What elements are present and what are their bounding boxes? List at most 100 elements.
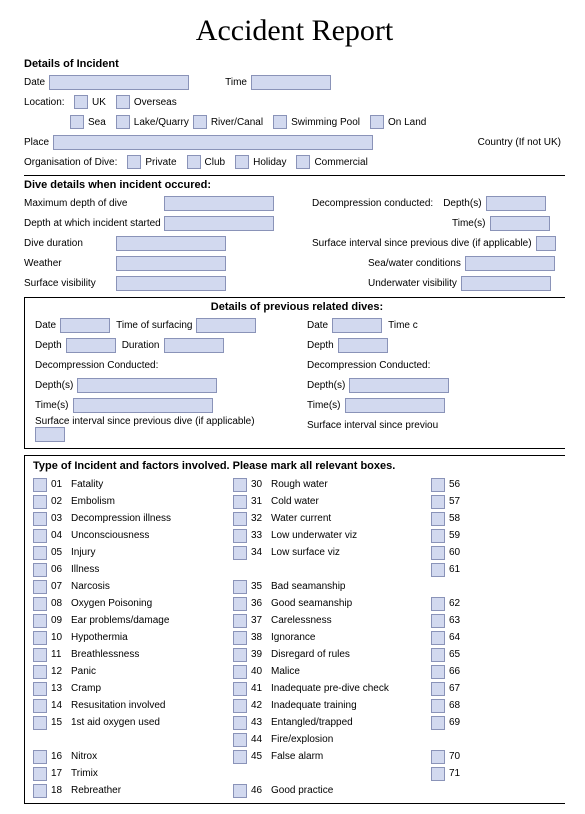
prev2-depth-input[interactable]: [338, 338, 388, 353]
factor-number: 04: [51, 530, 69, 541]
factor-checkbox[interactable]: [33, 580, 47, 594]
prev2-depths-input[interactable]: [349, 378, 449, 393]
holiday-checkbox[interactable]: [235, 155, 249, 169]
date-input[interactable]: [49, 75, 189, 90]
factor-checkbox[interactable]: [431, 597, 445, 611]
commercial-checkbox[interactable]: [296, 155, 310, 169]
factor-checkbox[interactable]: [233, 716, 247, 730]
factor-checkbox[interactable]: [33, 546, 47, 560]
factor-checkbox[interactable]: [431, 529, 445, 543]
factor-checkbox[interactable]: [233, 648, 247, 662]
times-input[interactable]: [490, 216, 550, 231]
duration-input[interactable]: [116, 236, 226, 251]
pool-checkbox[interactable]: [273, 115, 287, 129]
factor-checkbox[interactable]: [431, 631, 445, 645]
prev1-duration-input[interactable]: [164, 338, 224, 353]
factor-checkbox[interactable]: [33, 716, 47, 730]
seacond-input[interactable]: [465, 256, 555, 271]
overseas-checkbox[interactable]: [116, 95, 130, 109]
factor-checkbox[interactable]: [33, 699, 47, 713]
factor-checkbox[interactable]: [33, 648, 47, 662]
factor-checkbox[interactable]: [431, 699, 445, 713]
factor-checkbox[interactable]: [33, 665, 47, 679]
depthat-input[interactable]: [164, 216, 274, 231]
factor-checkbox[interactable]: [33, 784, 47, 798]
factor-label: Injury: [71, 547, 95, 558]
club-checkbox[interactable]: [187, 155, 201, 169]
factor-checkbox[interactable]: [233, 478, 247, 492]
factor-checkbox[interactable]: [33, 478, 47, 492]
prev1-depth-input[interactable]: [66, 338, 116, 353]
factor-checkbox[interactable]: [33, 614, 47, 628]
time-label: Time: [225, 77, 247, 88]
factor-checkbox[interactable]: [33, 529, 47, 543]
factor-number: 40: [251, 666, 269, 677]
prev1-date-input[interactable]: [60, 318, 110, 333]
factor-checkbox[interactable]: [233, 733, 247, 747]
factor-checkbox[interactable]: [431, 665, 445, 679]
factor-item: 46Good practice: [233, 782, 423, 799]
factor-checkbox[interactable]: [33, 767, 47, 781]
factor-checkbox[interactable]: [233, 580, 247, 594]
sea-checkbox[interactable]: [70, 115, 84, 129]
surfint-input[interactable]: [536, 236, 556, 251]
surfvis-input[interactable]: [116, 276, 226, 291]
land-checkbox[interactable]: [370, 115, 384, 129]
factor-checkbox[interactable]: [431, 767, 445, 781]
factor-checkbox[interactable]: [33, 597, 47, 611]
factor-checkbox[interactable]: [33, 563, 47, 577]
factor-item: 04Unconsciousness: [33, 527, 225, 544]
factor-item: 151st aid oxygen used: [33, 714, 225, 731]
uwvis-label: Underwater visibility: [368, 278, 457, 289]
factor-item: 66: [431, 663, 565, 680]
factor-checkbox[interactable]: [233, 495, 247, 509]
weather-input[interactable]: [116, 256, 226, 271]
factor-checkbox[interactable]: [233, 665, 247, 679]
factor-number: 38: [251, 632, 269, 643]
factor-checkbox[interactable]: [33, 682, 47, 696]
factor-checkbox[interactable]: [431, 478, 445, 492]
factor-checkbox[interactable]: [233, 546, 247, 560]
factor-checkbox[interactable]: [233, 750, 247, 764]
prev2-date-input[interactable]: [332, 318, 382, 333]
factor-checkbox[interactable]: [33, 512, 47, 526]
factor-checkbox[interactable]: [33, 750, 47, 764]
factor-checkbox[interactable]: [431, 682, 445, 696]
place-input[interactable]: [53, 135, 373, 150]
uwvis-input[interactable]: [461, 276, 551, 291]
factor-checkbox[interactable]: [431, 614, 445, 628]
factor-checkbox[interactable]: [233, 614, 247, 628]
factor-label: Panic: [71, 666, 96, 677]
prev2-times-input[interactable]: [345, 398, 445, 413]
prev1-surfint-input[interactable]: [35, 427, 65, 442]
private-checkbox[interactable]: [127, 155, 141, 169]
factor-checkbox[interactable]: [431, 648, 445, 662]
factor-checkbox[interactable]: [431, 563, 445, 577]
factor-checkbox[interactable]: [431, 495, 445, 509]
factor-number: 30: [251, 479, 269, 490]
factor-checkbox[interactable]: [233, 699, 247, 713]
factor-number: 65: [449, 649, 467, 660]
prev1-depths-input[interactable]: [77, 378, 217, 393]
factor-checkbox[interactable]: [233, 682, 247, 696]
river-checkbox[interactable]: [193, 115, 207, 129]
prev1-timesurf-input[interactable]: [196, 318, 256, 333]
prev1-times-input[interactable]: [73, 398, 213, 413]
factor-checkbox[interactable]: [431, 546, 445, 560]
factor-checkbox[interactable]: [431, 750, 445, 764]
uk-checkbox[interactable]: [74, 95, 88, 109]
factor-checkbox[interactable]: [33, 631, 47, 645]
time-input[interactable]: [251, 75, 331, 90]
factor-checkbox[interactable]: [233, 597, 247, 611]
factor-checkbox[interactable]: [33, 495, 47, 509]
factor-checkbox[interactable]: [233, 631, 247, 645]
factor-checkbox[interactable]: [431, 512, 445, 526]
factor-checkbox[interactable]: [233, 784, 247, 798]
factor-checkbox[interactable]: [233, 512, 247, 526]
factor-checkbox[interactable]: [431, 716, 445, 730]
factor-checkbox[interactable]: [233, 529, 247, 543]
maxdepth-input[interactable]: [164, 196, 274, 211]
prev1-decomp-label: Decompression Conducted:: [35, 360, 158, 371]
depths-input[interactable]: [486, 196, 546, 211]
lake-checkbox[interactable]: [116, 115, 130, 129]
